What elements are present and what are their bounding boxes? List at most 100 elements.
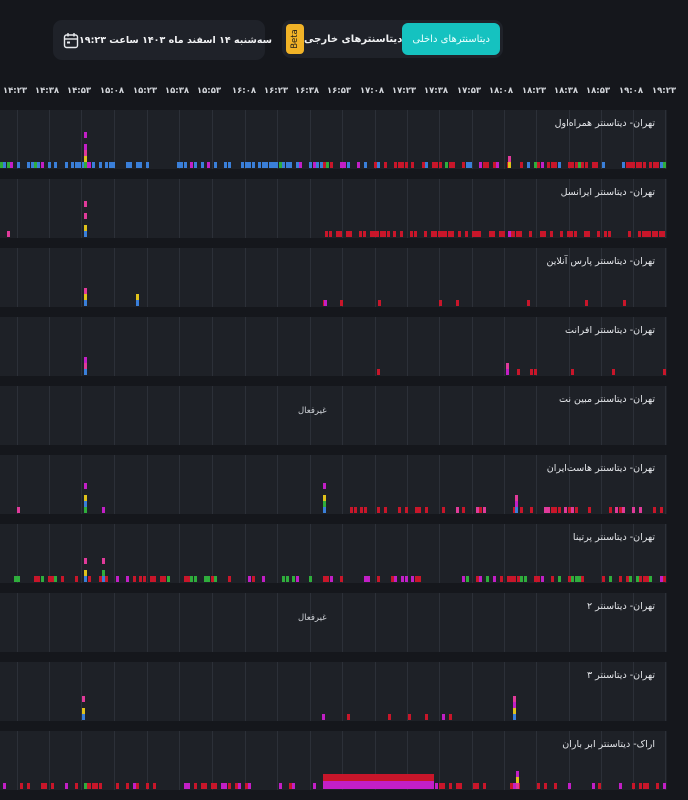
status-bar	[405, 576, 408, 582]
status-bar	[387, 231, 390, 237]
status-bar	[383, 231, 386, 237]
status-bar	[575, 507, 578, 513]
status-bar	[248, 162, 251, 168]
status-bar	[248, 576, 251, 582]
status-bar	[214, 576, 217, 582]
status-bar	[95, 783, 98, 789]
status-bar	[401, 162, 404, 168]
status-bar	[190, 576, 193, 582]
status-bar	[99, 783, 102, 789]
status-bar	[444, 231, 447, 237]
status-bar	[663, 162, 666, 168]
status-bar	[608, 231, 611, 237]
status-bar	[214, 162, 217, 168]
status-bar	[376, 231, 379, 237]
datacenter-row: تهران- دیتاسنتر پارس آنلاین	[0, 248, 667, 307]
status-bar	[476, 783, 479, 789]
status-bar	[326, 576, 329, 582]
status-bar	[84, 489, 87, 495]
status-bar	[292, 576, 295, 582]
status-bar	[139, 576, 142, 582]
status-bar	[252, 576, 255, 582]
status-bar	[359, 231, 362, 237]
status-bar	[663, 783, 666, 789]
status-bar	[136, 300, 139, 306]
status-bar	[541, 576, 544, 582]
status-bar	[84, 288, 87, 294]
status-bar	[602, 162, 605, 168]
time-label: ۱۶:۵۳	[326, 86, 352, 96]
status-bar	[275, 162, 278, 168]
status-bar	[588, 507, 591, 513]
status-bar	[146, 162, 149, 168]
status-bar	[506, 357, 509, 363]
status-bar	[84, 576, 87, 582]
status-bar	[82, 696, 85, 702]
status-bar	[41, 576, 44, 582]
status-bar	[82, 714, 85, 720]
tab-internal-datacenters[interactable]: دیتاسنترهای داخلی	[402, 23, 500, 55]
status-bar	[537, 162, 540, 168]
datacenter-name: تهران- دیتاسنتر پارس آنلاین	[546, 256, 656, 267]
status-bar	[425, 714, 428, 720]
status-bar	[543, 231, 546, 237]
status-bar	[384, 507, 387, 513]
status-bar	[459, 783, 462, 789]
status-bar	[405, 507, 408, 513]
status-bar	[639, 783, 642, 789]
status-bar	[136, 288, 139, 294]
status-bar	[279, 783, 282, 789]
status-bar	[354, 507, 357, 513]
status-bar	[228, 162, 231, 168]
date-selector[interactable]: سه‌شنبه ۱۴ اسفند ماه ۱۴۰۳ ساعت ۱۹:۲۳	[53, 20, 272, 60]
status-bar	[478, 231, 481, 237]
status-bar	[571, 369, 574, 375]
status-bar	[408, 714, 411, 720]
status-bar	[425, 162, 428, 168]
row-grid	[0, 593, 667, 652]
datacenter-row: اراک- دیتاسنتر ابر باران	[0, 731, 667, 790]
status-bar	[612, 369, 615, 375]
status-bar	[84, 501, 87, 507]
status-bar	[418, 507, 421, 513]
status-bar	[224, 162, 227, 168]
status-bar	[492, 231, 495, 237]
status-bar	[585, 162, 588, 168]
status-bar	[479, 576, 482, 582]
status-bar	[84, 558, 87, 564]
status-bar	[520, 576, 523, 582]
status-bar	[48, 162, 51, 168]
status-bar	[623, 300, 626, 306]
status-bar	[92, 162, 95, 168]
status-bar	[190, 162, 193, 168]
status-bar	[394, 162, 397, 168]
calendar-icon[interactable]	[63, 30, 79, 50]
datacenter-row: تهران- دیتاسنتر افرانت	[0, 317, 667, 376]
status-bar	[486, 162, 489, 168]
status-bar	[116, 576, 119, 582]
status-bar	[214, 783, 217, 789]
status-bar	[483, 507, 486, 513]
status-bar	[554, 162, 557, 168]
status-bar	[296, 576, 299, 582]
status-bar	[153, 783, 156, 789]
status-bar	[550, 231, 553, 237]
status-bar	[252, 162, 255, 168]
status-bar	[597, 231, 600, 237]
status-bar	[84, 363, 87, 369]
status-bar	[146, 783, 149, 789]
status-bar	[323, 501, 326, 507]
status-bar	[519, 231, 522, 237]
time-label: ۱۷:۰۸	[359, 86, 385, 96]
status-bar	[479, 162, 482, 168]
status-bar	[75, 576, 78, 582]
status-bar	[126, 783, 129, 789]
status-bar	[445, 162, 448, 168]
status-bar	[541, 162, 544, 168]
status-bar	[363, 231, 366, 237]
status-bar	[483, 783, 486, 789]
status-bar	[323, 483, 326, 489]
tab-external-datacenters[interactable]: دیتاسنترهای خارجی	[304, 34, 402, 45]
status-bar	[544, 783, 547, 789]
status-bar	[102, 576, 105, 582]
